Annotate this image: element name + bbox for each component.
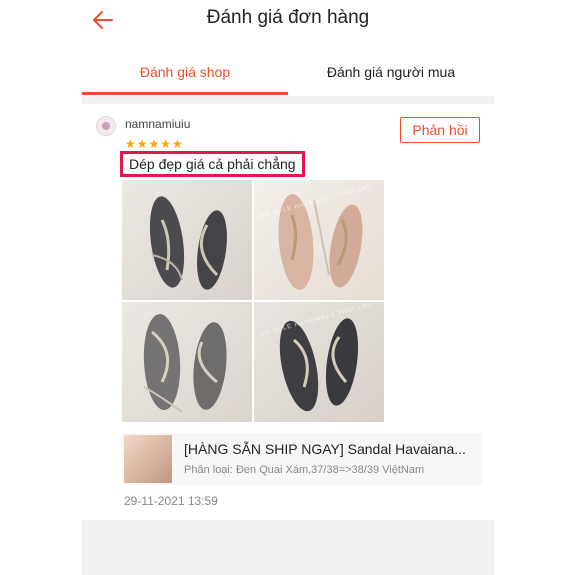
section-divider (82, 96, 494, 104)
review-date: 29-11-2021 13:59 (124, 494, 218, 508)
review-photo-2[interactable]: ĐỒ SI LE HAVAIANAS THÁI LAN (254, 180, 384, 300)
app-header: Đánh giá đơn hàng (82, 0, 494, 40)
right-background (493, 0, 575, 575)
product-variant: Phân loại: Đen Quai Xám,37/38=>38/39 Việ… (184, 464, 425, 476)
rating-stars: ★★★★★ (125, 137, 184, 151)
avatar[interactable] (96, 116, 116, 136)
review-photo-4[interactable]: ĐỒ SI LE HAVAIANAS THÁI LAN (254, 302, 384, 422)
left-background (0, 0, 82, 575)
review-text: Dép đẹp giá cả phải chẳng (120, 151, 305, 177)
footer-area (82, 520, 494, 575)
tab-bar: Đánh giá shop Đánh giá người mua (82, 54, 494, 97)
review-photo-3[interactable] (122, 302, 252, 422)
reviewer-username[interactable]: namnamiuiu (125, 117, 190, 131)
tab-shop-reviews[interactable]: Đánh giá shop (82, 54, 288, 94)
review-screen: Đánh giá đơn hàng Đánh giá shop Đánh giá… (82, 0, 494, 575)
sandal-image (149, 196, 227, 290)
review-photo-1[interactable] (122, 180, 252, 300)
reply-button[interactable]: Phản hồi (400, 117, 480, 143)
tab-buyer-reviews[interactable]: Đánh giá người mua (288, 54, 494, 94)
active-tab-indicator (82, 92, 288, 95)
product-thumbnail (124, 435, 172, 483)
product-name: [HÀNG SẴN SHIP NGAY] Sandal Havaiana... (184, 441, 466, 457)
product-card[interactable]: [HÀNG SẴN SHIP NGAY] Sandal Havaiana... … (122, 433, 482, 485)
sandal-image (143, 314, 227, 413)
page-title: Đánh giá đơn hàng (206, 7, 370, 28)
